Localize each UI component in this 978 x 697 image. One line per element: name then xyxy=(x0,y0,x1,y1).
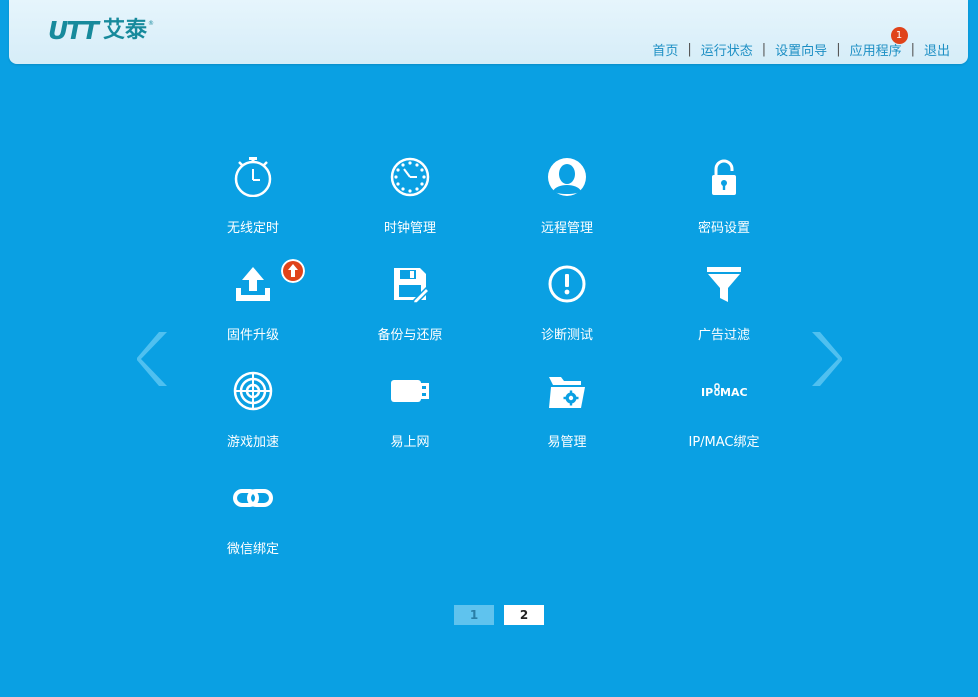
app-password-settings[interactable]: 密码设置 xyxy=(669,157,779,247)
notification-badge: 1 xyxy=(890,26,908,44)
nav-home[interactable]: 首页 xyxy=(652,40,678,59)
app-label: 远程管理 xyxy=(540,221,593,236)
app-label: IP/MAC绑定 xyxy=(688,435,760,450)
top-nav: 首页 | 运行状态 | 设置向导 | 应用程序 1 | 退出 xyxy=(652,26,950,59)
upload-icon xyxy=(236,267,270,301)
app-label: 时钟管理 xyxy=(383,221,436,236)
nav-separator: | xyxy=(836,41,841,57)
funnel-icon xyxy=(707,267,741,302)
clock-icon xyxy=(390,157,430,197)
ip-mac-icon: IP MAC xyxy=(701,383,748,399)
nav-logout[interactable]: 退出 xyxy=(924,40,950,59)
app-ad-filter[interactable]: 广告过滤 xyxy=(669,264,779,354)
app-backup-restore[interactable]: 备份与还原 xyxy=(355,264,465,354)
prev-page-arrow[interactable] xyxy=(136,330,171,388)
stopwatch-icon xyxy=(234,157,272,197)
nav-separator: | xyxy=(761,41,767,57)
ip-mac-icon-right-text: MAC xyxy=(720,386,748,399)
app-wireless-timer[interactable]: 无线定时 xyxy=(198,157,308,247)
app-easy-internet[interactable]: 易上网 xyxy=(355,371,465,461)
nav-setup-wizard[interactable]: 设置向导 xyxy=(775,40,827,59)
chevron-right-icon xyxy=(812,332,843,386)
app-label: 微信绑定 xyxy=(226,542,279,557)
upgrade-arrow-icon xyxy=(281,259,305,283)
app-diagnostic-test[interactable]: 诊断测试 xyxy=(512,264,622,354)
logo-registered-mark: ® xyxy=(148,20,154,27)
lock-icon xyxy=(712,159,736,195)
app-ip-mac-binding[interactable]: IP MAC IP/MAC绑定 xyxy=(669,371,779,461)
app-easy-management[interactable]: 易管理 xyxy=(512,371,622,461)
page-button-1[interactable]: 1 xyxy=(454,605,494,625)
next-page-arrow[interactable] xyxy=(808,330,843,388)
logo-text: 艾泰 xyxy=(102,18,147,43)
app-label: 诊断测试 xyxy=(540,328,593,343)
app-clock-management[interactable]: 时钟管理 xyxy=(355,157,465,247)
app-label: 游戏加速 xyxy=(226,435,279,450)
app-label: 无线定时 xyxy=(226,221,279,236)
brand-logo[interactable]: UTT 艾泰 ® xyxy=(48,16,154,46)
usb-plug-icon xyxy=(391,380,429,402)
app-wechat-binding[interactable]: 微信绑定 xyxy=(198,478,308,568)
app-label: 固件升级 xyxy=(226,328,279,343)
user-icon xyxy=(548,158,586,196)
logo-mark: UTT xyxy=(48,16,99,45)
nav-running-status[interactable]: 运行状态 xyxy=(701,40,753,59)
nav-applications[interactable]: 应用程序 1 xyxy=(849,26,908,59)
chain-link-icon xyxy=(233,489,273,507)
ip-mac-icon-left-text: IP xyxy=(701,386,713,399)
exclamation-circle-icon xyxy=(548,265,586,303)
nav-applications-label: 应用程序 xyxy=(849,43,902,59)
crosshair-icon xyxy=(233,371,273,411)
app-label: 密码设置 xyxy=(697,221,750,236)
app-label: 备份与还原 xyxy=(377,328,443,343)
chevron-left-icon xyxy=(136,332,167,386)
app-label: 易上网 xyxy=(390,435,430,450)
app-label: 广告过滤 xyxy=(697,328,750,343)
app-label: 易管理 xyxy=(547,435,587,450)
floppy-disk-icon xyxy=(394,268,430,304)
top-header: UTT 艾泰 ® 首页 | 运行状态 | 设置向导 | 应用程序 1 | 退出 xyxy=(9,0,968,64)
nav-separator: | xyxy=(687,41,692,57)
app-game-acceleration[interactable]: 游戏加速 xyxy=(198,371,308,461)
folder-gear-icon xyxy=(549,377,585,408)
app-firmware-upgrade[interactable]: 固件升级 xyxy=(198,259,308,354)
nav-separator: | xyxy=(910,41,915,57)
pagination: 1 2 xyxy=(454,605,544,625)
page-button-2[interactable]: 2 xyxy=(504,605,544,625)
app-remote-management[interactable]: 远程管理 xyxy=(512,157,622,247)
